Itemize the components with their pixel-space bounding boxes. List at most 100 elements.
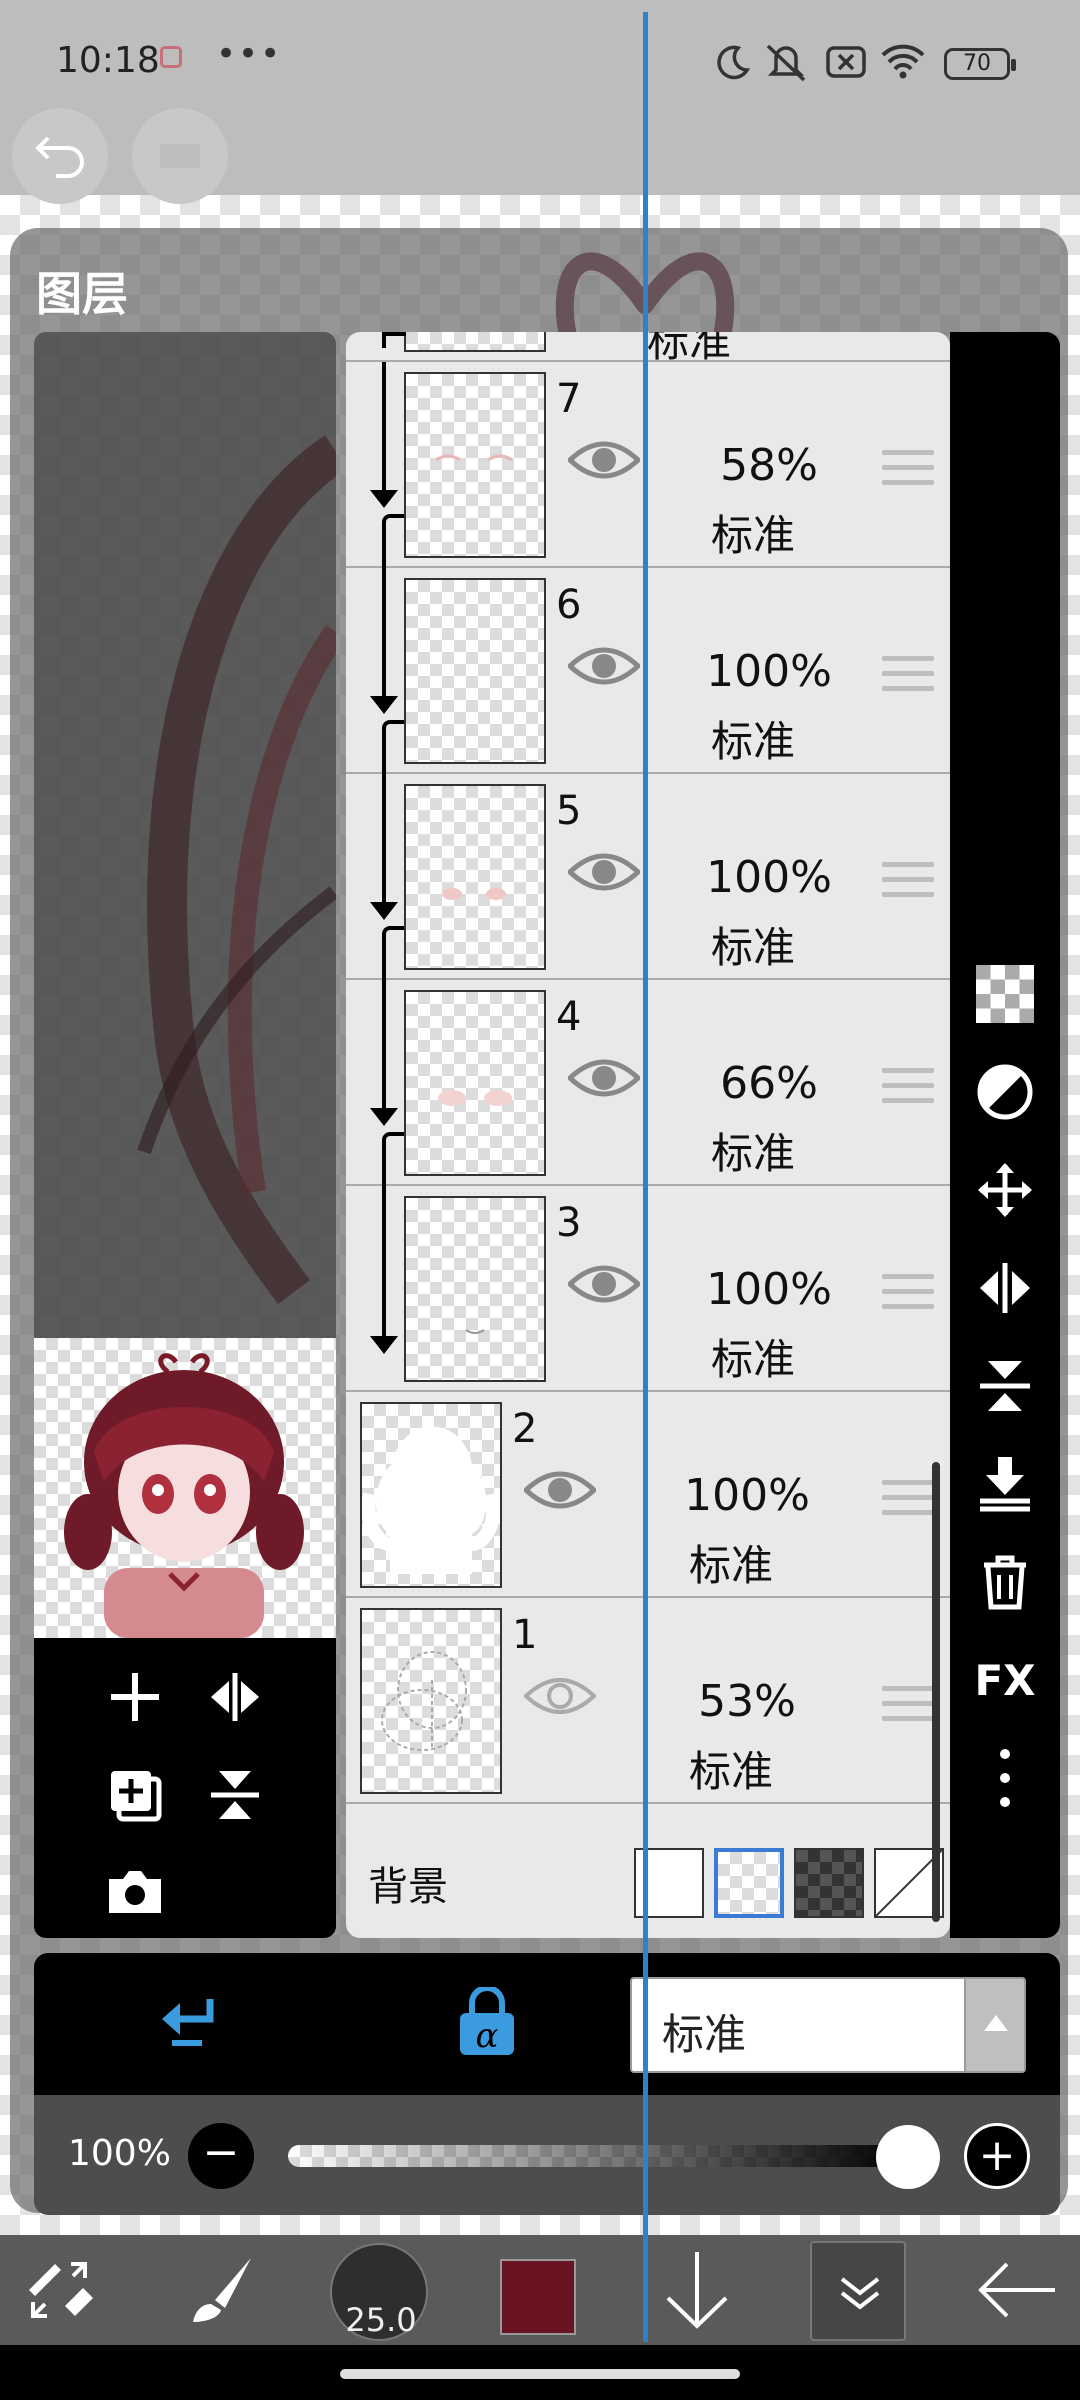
drag-handle-icon[interactable] [882,1686,934,1726]
layer-opacity: 58% [720,440,818,491]
eye-icon[interactable] [524,1466,596,1514]
battery-indicator: 70 [944,48,1016,80]
merge-down-icon [980,1457,1030,1512]
hair-artwork [137,435,336,1304]
layer-thumbnail [404,372,546,558]
opacity-slider-track[interactable] [288,2145,908,2167]
move-button[interactable] [969,1154,1041,1226]
drag-handle-icon[interactable] [882,1068,934,1108]
alpha-lock-icon: α [460,1985,514,2056]
layer-actions-toolbar [34,1638,336,1938]
camera-import-button[interactable] [100,1856,170,1926]
flip-vertical-button[interactable] [200,1760,270,1830]
layer-panel: 图层 标准 7 58% 标准 6 100% 标准 5 100% 标准 4 66%… [10,228,1068,2215]
alpha-lock-toggle[interactable]: α [452,1985,522,2059]
more-options-button[interactable] [969,1742,1041,1814]
blend-mode-select[interactable]: 标准 [630,1977,1026,2073]
eye-icon[interactable] [524,1672,596,1720]
flip-horizontal-tool-button[interactable] [969,1252,1041,1324]
layer-row-1[interactable]: 1 53% 标准 [346,1598,950,1804]
fx-button[interactable]: FX [969,1644,1041,1716]
drag-handle-icon[interactable] [882,1480,934,1520]
undo-button[interactable] [12,108,108,204]
brush-size-button[interactable]: 25.0 [330,2243,428,2341]
layer-number: 6 [556,582,582,628]
clipping-toggle[interactable] [152,1989,222,2059]
duplicate-icon [111,1771,162,1822]
trash-icon [984,1555,1026,1610]
background-row: 背景 [346,1824,950,1934]
flip-vertical-icon [980,1361,1030,1411]
opacity-slider-knob[interactable] [876,2125,940,2189]
drag-handle-icon[interactable] [882,862,934,902]
arrow-down-icon [666,2252,728,2329]
sketch-artwork [381,1651,467,1751]
layer-down-button[interactable] [652,2245,742,2335]
silhouette-artwork [361,1426,501,1574]
layer-tools-sidebar: FX [950,332,1060,1938]
layer-list-scrollbar[interactable] [932,1462,940,1922]
eye-icon[interactable] [568,1260,640,1308]
panel-title: 图层 [36,267,128,321]
layer-opacity: 100% [706,1264,832,1315]
layer-thumbnail [404,332,546,352]
canvas-preview-area [34,332,336,1338]
layer-number: 7 [556,376,582,422]
layer-row-6[interactable]: 6 100% 标准 [346,568,950,780]
eye-icon[interactable] [568,436,640,484]
clip-hook [382,332,406,336]
drag-handle-icon[interactable] [882,656,934,696]
layer-thumbnail [404,1196,546,1382]
wifi-icon [881,44,925,79]
layer-row-partial[interactable]: 标准 [346,332,950,366]
duplicate-layer-button[interactable] [100,1760,170,1830]
layer-opacity: 66% [720,1058,818,1109]
eye-icon[interactable] [568,642,640,690]
layer-row-4[interactable]: 4 66% 标准 [346,980,950,1192]
background-dark-checker-option[interactable] [794,1848,864,1918]
layer-row-5[interactable]: 5 100% 标准 [346,774,950,986]
move-arrows-icon [978,1163,1032,1217]
back-button[interactable] [972,2245,1062,2335]
brush-tool-button[interactable] [176,2245,266,2335]
layer-thumbnail [404,990,546,1176]
delete-layer-button[interactable] [969,1546,1041,1618]
status-bar: 10:18 ••• 70 [0,0,1080,125]
drag-handle-icon[interactable] [882,450,934,490]
invert-button[interactable] [969,1056,1041,1128]
layer-row-7[interactable]: 7 58% 标准 [346,362,950,574]
redo-button[interactable] [132,108,228,204]
layer-number: 1 [512,1612,538,1658]
bottom-toolbar: 25.0 [0,2235,1080,2345]
eye-icon[interactable] [568,1054,640,1102]
layers-panel-toggle[interactable] [810,2241,906,2341]
layer-number: 3 [556,1200,582,1246]
layer-mode: 标准 [688,1541,773,1590]
opacity-increase-button[interactable]: + [964,2123,1030,2189]
merge-down-button[interactable] [969,1448,1041,1520]
system-navigation-bar [0,2345,1080,2400]
opacity-value: 100% [68,2133,171,2174]
opacity-decrease-button[interactable]: − [188,2123,254,2189]
redo-icon [160,144,200,168]
background-transparent-option[interactable] [714,1848,784,1918]
layer-list[interactable]: 标准 7 58% 标准 6 100% 标准 5 100% 标准 4 66% 标准… [346,332,950,1938]
drag-handle-icon[interactable] [882,1274,934,1314]
notification-icon [160,46,182,68]
mouth-artwork [465,1329,485,1334]
tool-switch-button[interactable] [16,2245,106,2335]
add-layer-button[interactable] [100,1662,170,1732]
home-gesture-pill[interactable] [340,2369,740,2379]
layer-thumbnail [404,784,546,970]
layer-row-3[interactable]: 3 100% 标准 [346,1186,950,1392]
layer-opacity: 100% [684,1470,810,1521]
layer-row-2[interactable]: 2 100% 标准 [346,1392,950,1598]
flip-horizontal-button[interactable] [200,1662,270,1732]
brush-size-value: 25.0 [345,2301,417,2339]
color-swatch-button[interactable] [500,2259,576,2335]
canvas-thumbnail[interactable] [34,1338,336,1638]
eye-icon[interactable] [568,848,640,896]
checkerboard-icon [976,965,1034,1023]
transparency-lock-button[interactable] [969,958,1041,1030]
flip-vertical-tool-button[interactable] [969,1350,1041,1422]
